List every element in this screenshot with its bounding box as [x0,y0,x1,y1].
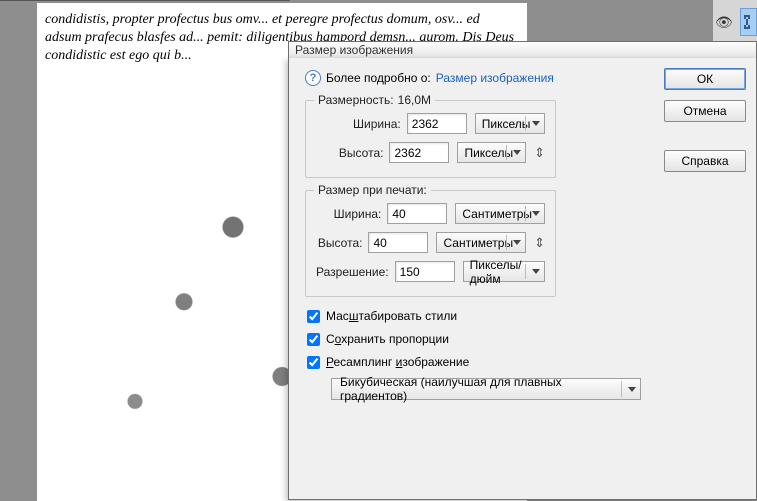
cancel-button[interactable]: Отмена [664,100,746,122]
resample-method-select[interactable]: Бикубическая (наилучшая для плавных град… [331,378,641,400]
dialog-title: Размер изображения [295,43,413,57]
print-width-label: Ширина: [316,207,387,221]
image-size-dialog: ? Более подробно о: Размер изображения Р… [288,58,757,500]
resample-label: Ресамплинг изображение [326,355,469,369]
resolution-label: Разрешение: [316,265,395,279]
resample-checkbox[interactable] [307,356,320,369]
px-height-input[interactable] [389,142,449,163]
chevron-down-icon [532,211,540,216]
print-width-input[interactable] [387,203,447,224]
layer-link-icon[interactable] [740,8,757,36]
scale-styles-label: Масштабировать стили [326,309,457,323]
print-height-label: Высота: [316,236,368,250]
px-width-label: Ширина: [316,117,407,131]
chevron-down-icon [513,150,521,155]
dimensions-size: 16,0M [398,93,431,107]
resolution-input[interactable] [395,261,455,282]
constrain-link-icon[interactable]: ⇕ [534,145,545,161]
chevron-down-icon [532,121,540,126]
scale-styles-checkbox[interactable] [307,310,320,323]
constrain-label: Сохранить пропорции [326,332,449,346]
help-button[interactable]: Справка [664,150,746,172]
px-height-label: Высота: [316,146,389,160]
print-height-unit-select[interactable]: Сантиметры [436,232,526,253]
constrain-link-icon[interactable]: ⇕ [534,235,545,251]
print-legend: Размер при печати: [314,183,431,197]
constrain-checkbox[interactable] [307,333,320,346]
chevron-down-icon [513,240,521,245]
px-width-unit-select[interactable]: Пикселы [475,113,545,134]
print-height-input[interactable] [368,232,428,253]
dimensions-legend: Размерность:16,0M [314,93,435,107]
px-height-unit-select[interactable]: Пикселы [457,142,526,163]
px-width-input[interactable] [407,113,467,134]
chevron-down-icon [628,387,636,392]
pixel-dimensions-group: Размерность:16,0M Ширина: Пикселы Высота… [305,100,556,178]
help-icon[interactable]: ? [305,70,321,86]
layers-strip: 👁 [713,0,757,44]
resolution-unit-select[interactable]: Пикселы/дюйм [463,261,545,282]
info-link[interactable]: Размер изображения [436,71,554,85]
visibility-eye-icon[interactable]: 👁 [715,14,733,31]
dialog-titlebar: Размер изображения [288,41,757,59]
canvas-area: condidistis, propter profectus bus omv..… [0,0,290,500]
print-width-unit-select[interactable]: Сантиметры [455,203,545,224]
print-size-group: Размер при печати: Ширина: Сантиметры Вы… [305,190,556,297]
chevron-down-icon [532,269,540,274]
info-prefix: Более подробно о: [326,71,431,85]
ok-button[interactable]: ОК [664,68,746,90]
